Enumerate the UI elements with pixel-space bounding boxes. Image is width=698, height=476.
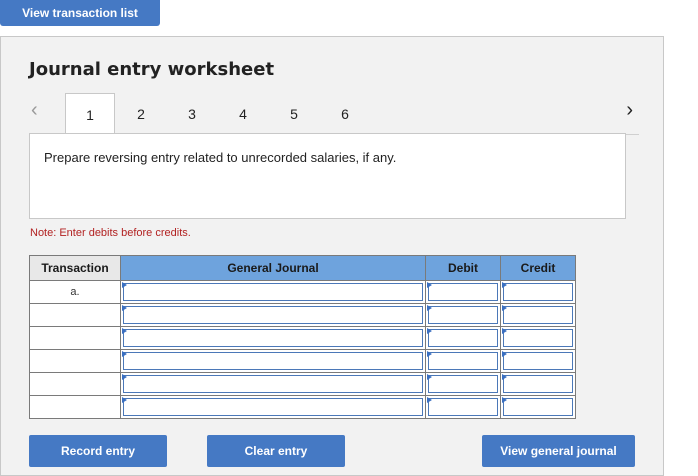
tab-6[interactable]: 6 [320,93,370,135]
journal-worksheet-panel: Journal entry worksheet ‹ 1 2 3 4 5 6 › … [0,36,664,476]
header-credit: Credit [500,255,576,281]
dropdown-marker-icon [122,374,127,380]
debit-cell[interactable] [425,349,501,373]
chevron-right-icon[interactable]: › [626,99,633,122]
record-entry-button[interactable]: Record entry [29,435,167,467]
header-transaction: Transaction [29,255,121,281]
dropdown-marker-icon [427,397,432,403]
account-field[interactable] [123,306,423,324]
debit-field[interactable] [428,329,498,347]
credit-cell[interactable] [500,303,576,327]
transaction-cell: a. [29,280,121,304]
debit-cell[interactable] [425,303,501,327]
tab-3[interactable]: 3 [167,93,217,135]
dropdown-marker-icon [502,397,507,403]
account-cell[interactable] [120,303,426,327]
credit-field[interactable] [503,352,573,370]
dropdown-marker-icon [427,305,432,311]
account-field[interactable] [123,375,423,393]
debit-field[interactable] [428,306,498,324]
dropdown-marker-icon [427,328,432,334]
credit-field[interactable] [503,306,573,324]
credit-cell[interactable] [500,349,576,373]
table-row: a. [29,280,576,304]
debit-field[interactable] [428,375,498,393]
credit-cell[interactable] [500,326,576,350]
table-row [29,303,576,327]
account-cell[interactable] [120,349,426,373]
table-header-row: Transaction General Journal Debit Credit [29,255,576,281]
dropdown-marker-icon [122,351,127,357]
view-general-journal-button[interactable]: View general journal [482,435,635,467]
debit-cell[interactable] [425,326,501,350]
credit-field[interactable] [503,283,573,301]
tab-strip: ‹ 1 2 3 4 5 6 › [29,93,639,136]
dropdown-marker-icon [502,305,507,311]
dropdown-marker-icon [122,397,127,403]
transaction-cell [29,303,121,327]
transaction-cell [29,349,121,373]
debit-cell[interactable] [425,395,501,419]
dropdown-marker-icon [502,328,507,334]
dropdown-marker-icon [427,374,432,380]
credit-cell[interactable] [500,280,576,304]
dropdown-marker-icon [502,374,507,380]
account-field[interactable] [123,283,423,301]
transaction-cell [29,395,121,419]
header-debit: Debit [425,255,501,281]
dropdown-marker-icon [122,305,127,311]
debit-field[interactable] [428,352,498,370]
header-general-journal: General Journal [120,255,426,281]
account-field[interactable] [123,329,423,347]
transaction-cell [29,372,121,396]
dropdown-marker-icon [122,328,127,334]
tab-1[interactable]: 1 [65,93,115,136]
credit-cell[interactable] [500,395,576,419]
table-row [29,349,576,373]
table-row [29,326,576,350]
clear-entry-button[interactable]: Clear entry [207,435,345,467]
debit-cell[interactable] [425,372,501,396]
note-text: Note: Enter debits before credits. [30,227,191,239]
credit-field[interactable] [503,398,573,416]
dropdown-marker-icon [427,351,432,357]
debit-field[interactable] [428,283,498,301]
dropdown-marker-icon [502,282,507,288]
dropdown-marker-icon [427,282,432,288]
account-cell[interactable] [120,395,426,419]
debit-cell[interactable] [425,280,501,304]
debit-field[interactable] [428,398,498,416]
credit-field[interactable] [503,329,573,347]
dropdown-marker-icon [122,282,127,288]
account-field[interactable] [123,398,423,416]
transaction-cell [29,326,121,350]
tab-2[interactable]: 2 [116,93,166,135]
chevron-left-icon[interactable]: ‹ [31,99,38,122]
journal-table: Transaction General Journal Debit Credit… [29,255,576,419]
credit-cell[interactable] [500,372,576,396]
account-cell[interactable] [120,280,426,304]
credit-field[interactable] [503,375,573,393]
tab-4[interactable]: 4 [218,93,268,135]
dropdown-marker-icon [502,351,507,357]
prompt-box: Prepare reversing entry related to unrec… [29,133,626,219]
table-row [29,395,576,419]
account-field[interactable] [123,352,423,370]
tab-5[interactable]: 5 [269,93,319,135]
prompt-text: Prepare reversing entry related to unrec… [44,150,397,165]
account-cell[interactable] [120,372,426,396]
account-cell[interactable] [120,326,426,350]
worksheet-title: Journal entry worksheet [29,59,275,80]
table-row [29,372,576,396]
view-transaction-list-button[interactable]: View transaction list [0,0,160,26]
